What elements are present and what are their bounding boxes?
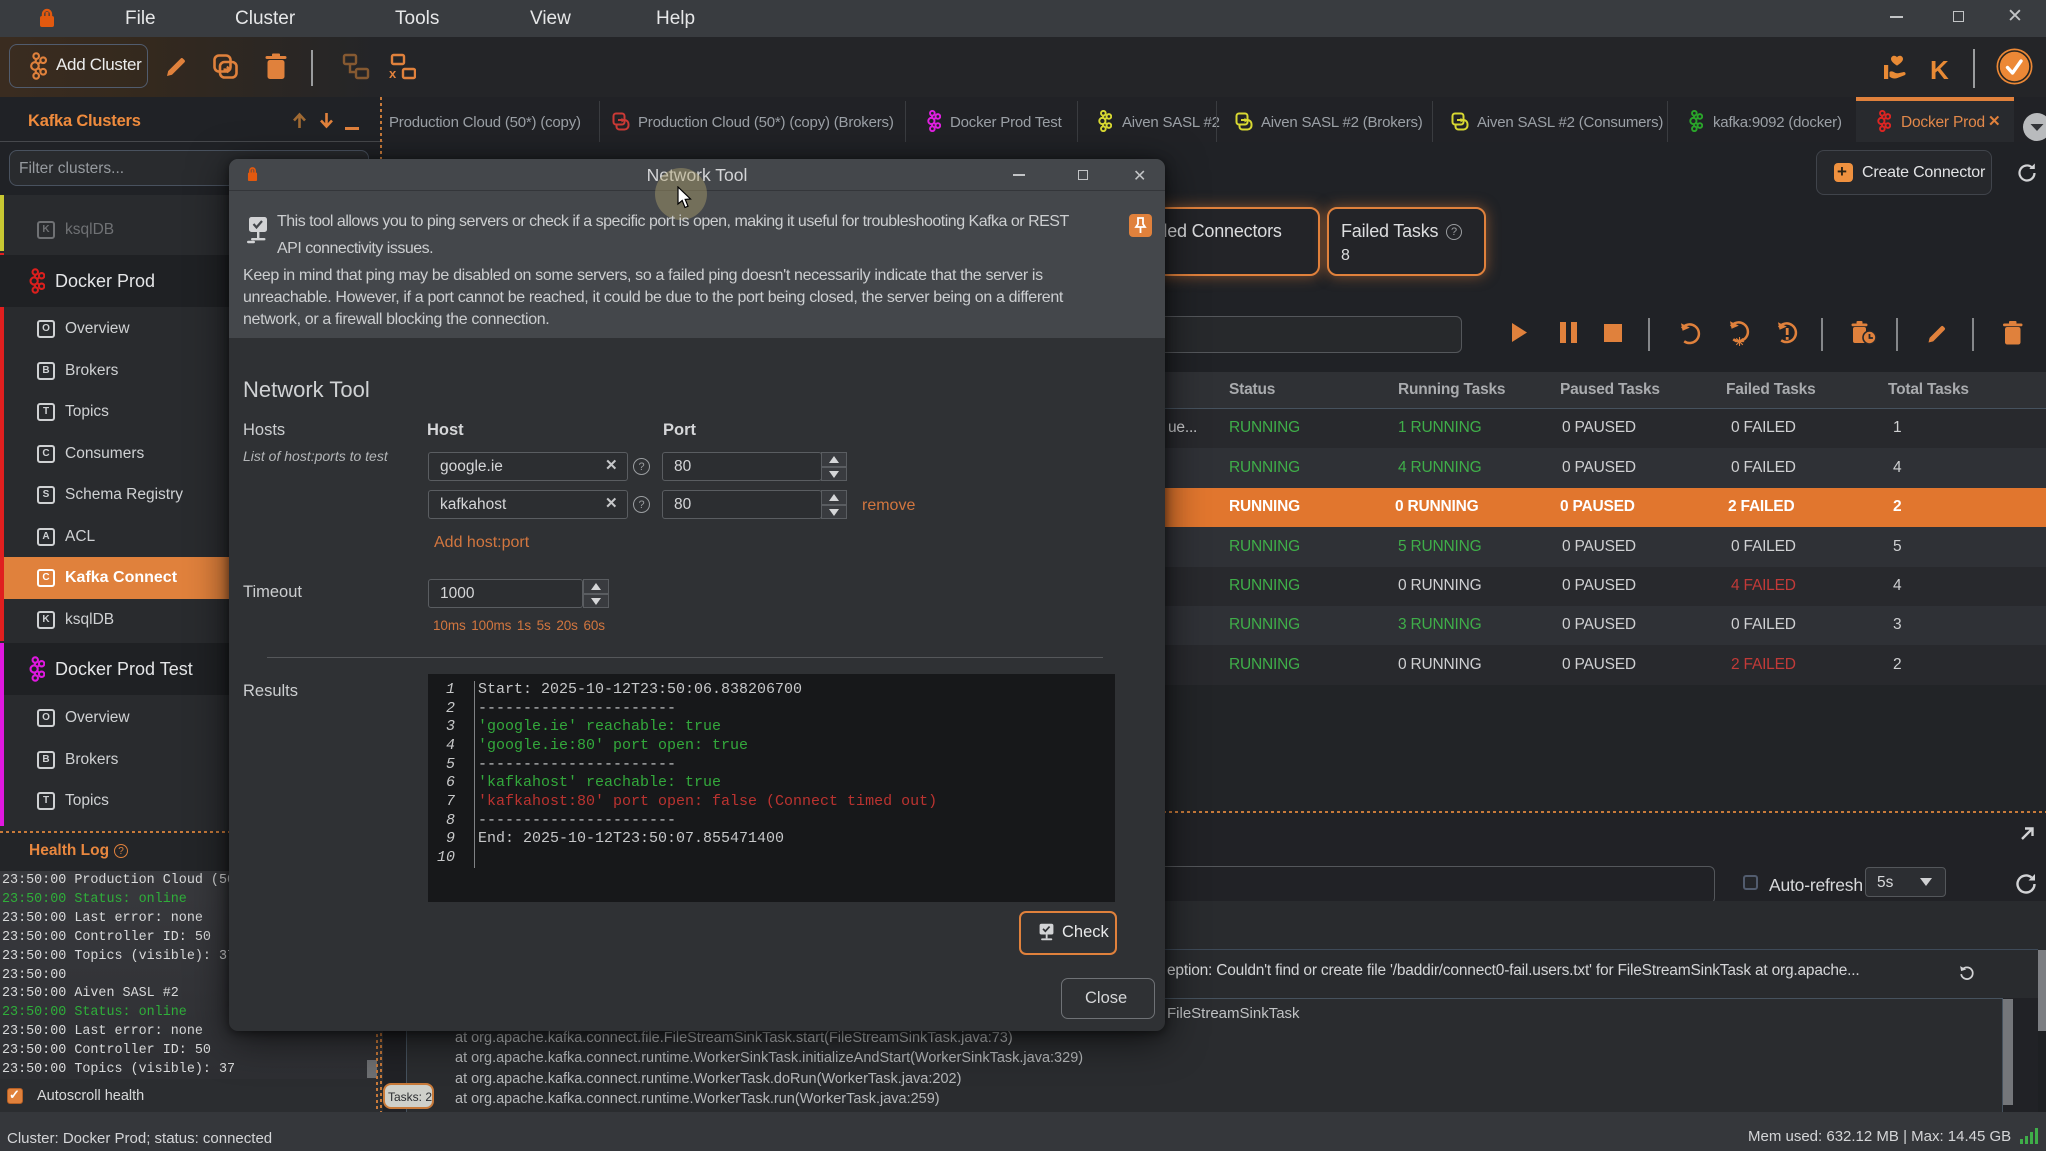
svg-text:x: x xyxy=(389,66,397,81)
svg-text:✳: ✳ xyxy=(1735,335,1745,346)
